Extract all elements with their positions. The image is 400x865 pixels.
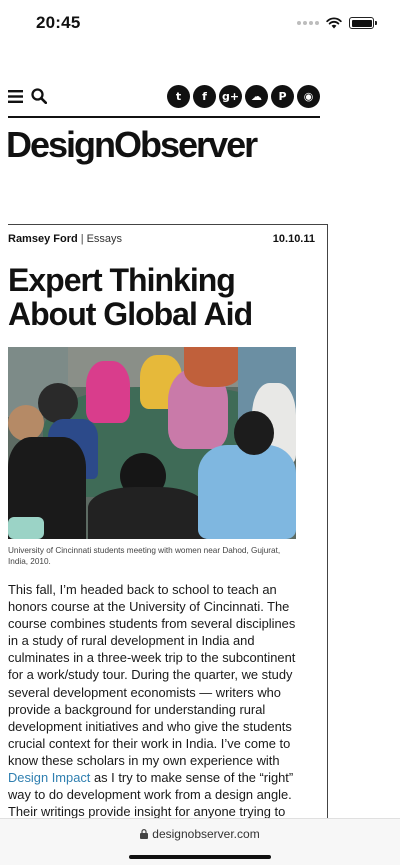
battery-icon <box>349 17 377 29</box>
googleplus-icon[interactable]: g+ <box>219 84 242 108</box>
header-divider <box>8 116 320 118</box>
category-link[interactable]: Essays <box>87 233 122 245</box>
article-title: Expert Thinking About Global Aid <box>8 262 253 332</box>
byline-left: Ramsey Ford | Essays <box>8 233 122 245</box>
hamburger-icon[interactable] <box>8 89 23 103</box>
home-indicator[interactable] <box>129 855 271 859</box>
search-icon[interactable] <box>31 88 47 104</box>
rss-icon[interactable]: ◉ <box>297 84 320 108</box>
body-text-part: This fall, I’m headed back to school to … <box>8 582 296 768</box>
lock-icon <box>140 829 149 839</box>
status-time: 20:45 <box>36 13 81 32</box>
cellular-signal-icon <box>297 21 319 25</box>
address-field[interactable]: designobserver.com <box>0 827 400 841</box>
social-links: t f g+ ☁ P ◉ <box>167 84 320 108</box>
url-text: designobserver.com <box>152 827 260 841</box>
design-impact-link[interactable]: Design Impact <box>8 770 90 785</box>
header-tools <box>8 88 47 104</box>
pinterest-icon[interactable]: P <box>271 84 294 108</box>
byline: Ramsey Ford | Essays 10.10.11 <box>8 233 315 245</box>
site-header: t f g+ ☁ P ◉ <box>8 82 320 110</box>
soundcloud-icon[interactable]: ☁ <box>245 84 268 108</box>
article-date: 10.10.11 <box>272 233 315 245</box>
byline-separator: | <box>80 233 84 245</box>
status-bar: 20:45 <box>0 0 400 46</box>
article: Ramsey Ford | Essays 10.10.11 Expert Think… <box>8 224 328 824</box>
status-icons <box>297 17 377 29</box>
article-body: This fall, I’m headed back to school to … <box>8 581 304 820</box>
twitter-icon[interactable]: t <box>167 84 190 108</box>
facebook-icon[interactable]: f <box>193 84 216 108</box>
browser-address-bar[interactable]: designobserver.com <box>0 818 400 865</box>
site-logo[interactable]: DesignObserver <box>6 124 326 166</box>
wifi-icon <box>326 17 342 29</box>
author-link[interactable]: Ramsey Ford <box>8 233 78 245</box>
photo-caption: University of Cincinnati students meetin… <box>8 546 281 566</box>
article-photo <box>8 347 296 539</box>
